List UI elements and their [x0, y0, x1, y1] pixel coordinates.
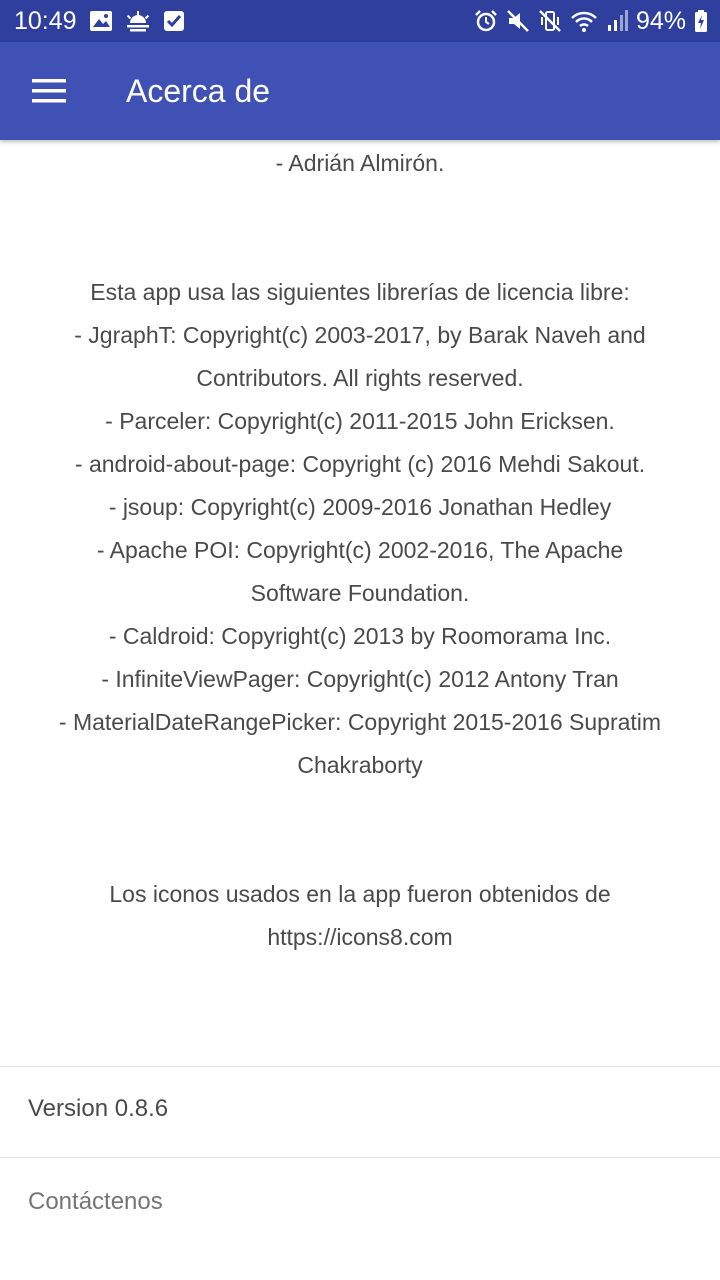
library-item: - jsoup: Copyright(c) 2009-2016 Jonathan…	[108, 494, 612, 520]
library-item: - InfiniteViewPager: Copyright(c) 2012 A…	[101, 666, 619, 692]
battery-charging-icon	[694, 9, 708, 33]
vibrate-icon	[538, 9, 562, 33]
author-line: - Adrián Almirón.	[275, 150, 445, 176]
divider	[0, 1066, 720, 1067]
library-item: - Apache POI: Copyright(c) 2002-2016, Th…	[96, 537, 624, 606]
library-item: - MaterialDateRangePicker: Copyright 201…	[58, 709, 662, 778]
signal-icon	[606, 9, 628, 33]
icons-credit: Los iconos usados en la app fueron obten…	[109, 881, 611, 950]
mute-icon	[506, 9, 530, 33]
battery-label: 94%	[635, 6, 686, 35]
library-item: - Caldroid: Copyright(c) 2013 by Roomora…	[108, 623, 612, 649]
divider	[0, 1157, 720, 1158]
library-item: - Parceler: Copyright(c) 2011-2015 John …	[105, 408, 615, 434]
page-title: Acerca de	[126, 72, 271, 109]
hamburger-menu-icon[interactable]	[0, 42, 98, 140]
library-item: - android-about-page: Copyright (c) 2016…	[74, 451, 646, 477]
checkbox-icon	[163, 10, 185, 32]
weather-icon	[125, 10, 151, 32]
about-content: - Adrián Almirón. Esta app usa las sigui…	[0, 140, 720, 959]
wifi-icon	[570, 9, 598, 33]
status-bar: 10:49 94%	[0, 0, 720, 42]
app-bar: Acerca de	[0, 42, 720, 140]
image-icon	[89, 10, 113, 32]
clock: 10:49	[14, 6, 77, 35]
contact-item[interactable]: Contáctenos	[28, 1188, 163, 1216]
libraries-intro: Esta app usa las siguientes librerías de…	[90, 279, 630, 305]
library-item: - JgraphT: Copyright(c) 2003-2017, by Ba…	[74, 322, 646, 391]
alarm-icon	[474, 9, 498, 33]
version-label: Version 0.8.6	[28, 1095, 169, 1122]
